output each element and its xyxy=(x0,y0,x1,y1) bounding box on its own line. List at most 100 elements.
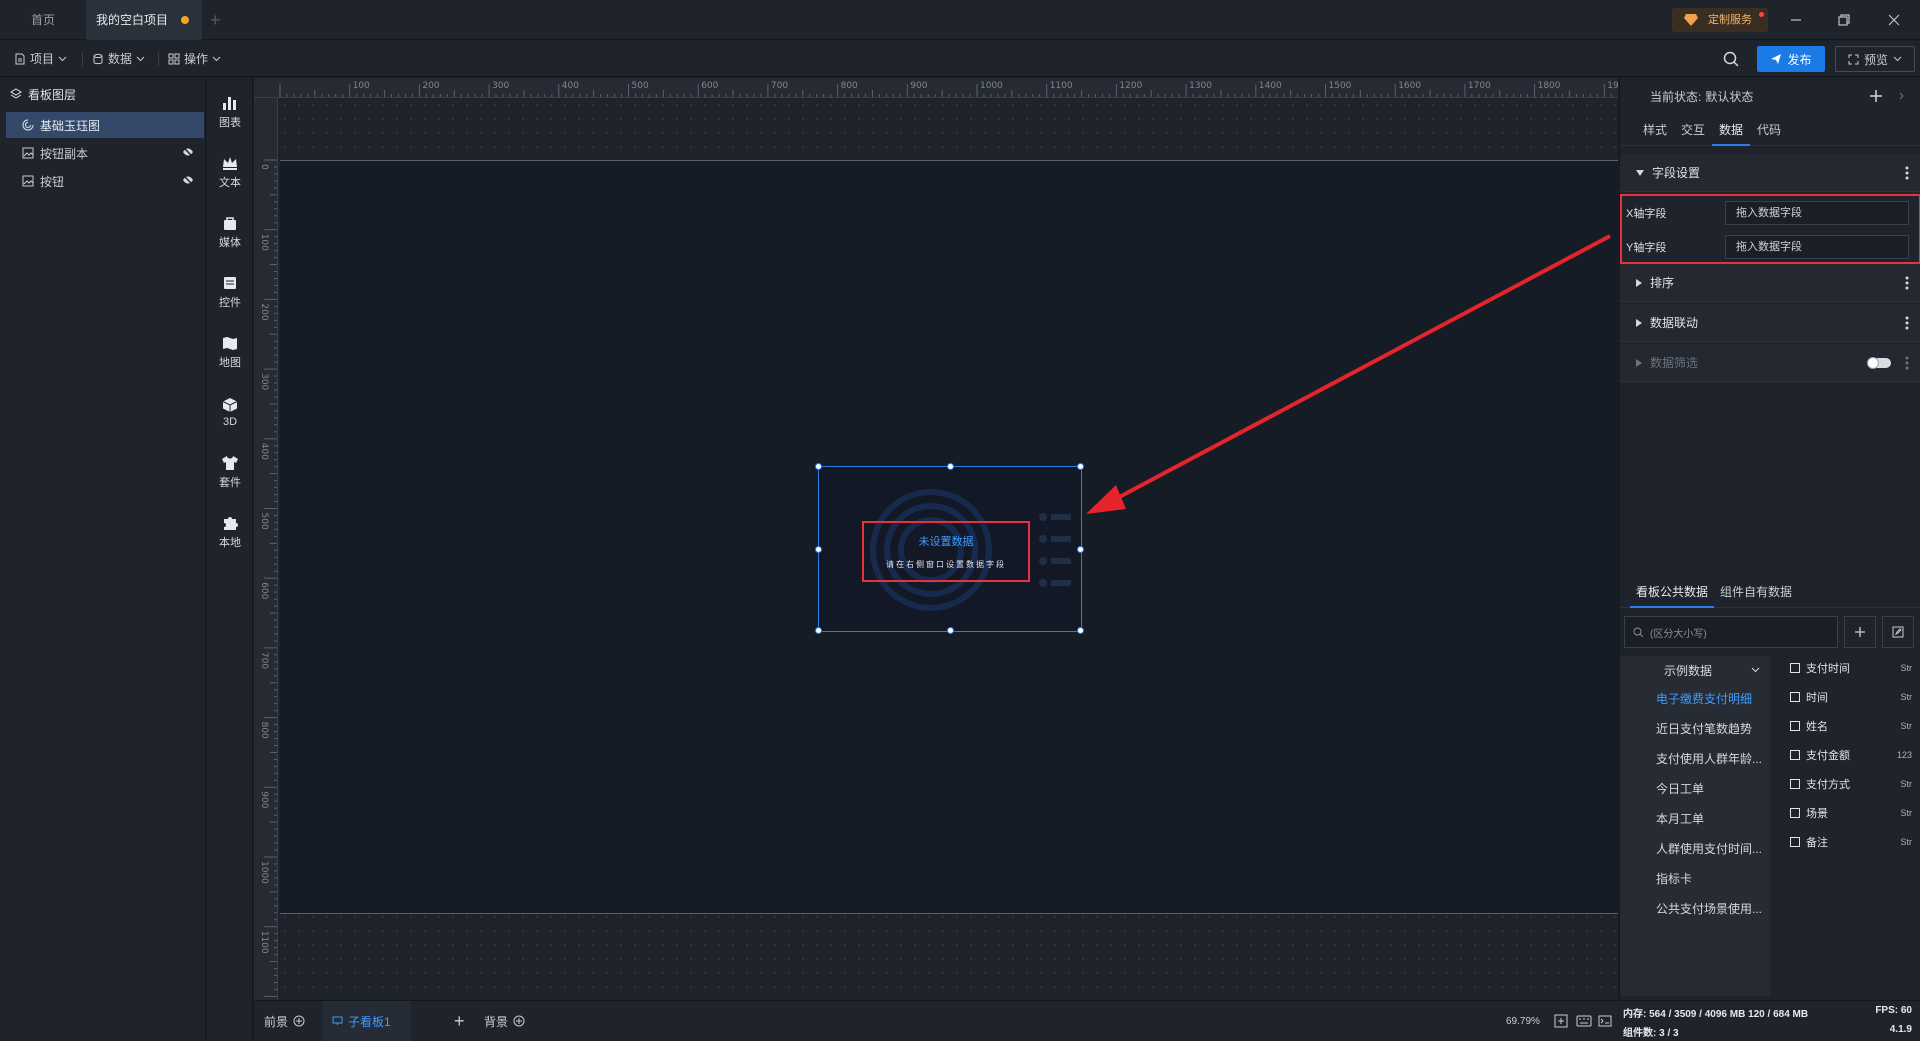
rail-suite[interactable]: 套件 xyxy=(207,444,253,500)
menu-project[interactable]: 项目 xyxy=(14,50,67,68)
close-icon[interactable] xyxy=(1884,10,1904,30)
eye-off-icon[interactable] xyxy=(182,147,194,157)
field-type: Str xyxy=(1900,779,1912,789)
section-filter[interactable]: 数据筛选 xyxy=(1620,344,1920,382)
custom-service-button[interactable]: 定制服务 xyxy=(1672,8,1768,32)
more-icon[interactable] xyxy=(1905,356,1909,370)
resize-handle[interactable] xyxy=(1077,546,1084,553)
resize-handle[interactable] xyxy=(815,627,822,634)
data-field-item[interactable]: 支付金额 123 xyxy=(1790,741,1918,769)
background-tab[interactable]: 背景 xyxy=(484,1001,525,1041)
field-checkbox[interactable] xyxy=(1790,663,1800,673)
search-icon xyxy=(1633,627,1644,637)
more-icon[interactable] xyxy=(1905,316,1909,330)
sub-board-tab[interactable]: 子看板1 xyxy=(322,1001,411,1041)
preview-button[interactable]: 预览 xyxy=(1835,46,1915,72)
add-board-icon[interactable]: + xyxy=(454,1001,465,1041)
layer-item-button-copy[interactable]: 按钮副本 xyxy=(6,140,204,166)
data-field-item[interactable]: 支付方式 Str xyxy=(1790,770,1918,798)
zoom-level[interactable]: 69.79% xyxy=(1506,1001,1540,1041)
tab-component-own-data[interactable]: 组件自有数据 xyxy=(1714,576,1798,608)
ruler-horizontal[interactable]: 100 200 300 400 500 600 700 800 900 1000 1100 1200 1… xyxy=(254,78,1618,98)
menu-operation[interactable]: 操作 xyxy=(168,50,221,68)
y-axis-field-drop[interactable]: 拖入数据字段 xyxy=(1725,235,1909,259)
fit-screen-icon[interactable] xyxy=(1554,1001,1568,1041)
field-checkbox[interactable] xyxy=(1790,779,1800,789)
ring-chart-icon xyxy=(22,119,34,131)
tab-style[interactable]: 样式 xyxy=(1636,114,1674,146)
layer-item-gauge[interactable]: 基础玉珏图 xyxy=(6,112,204,138)
more-icon[interactable] xyxy=(1905,166,1909,180)
field-checkbox[interactable] xyxy=(1790,692,1800,702)
field-checkbox[interactable] xyxy=(1790,750,1800,760)
dataset-item[interactable]: 本月工单 xyxy=(1620,804,1770,834)
tab-board-public-data[interactable]: 看板公共数据 xyxy=(1630,576,1715,608)
field-name: 备注 xyxy=(1806,837,1828,849)
resize-handle[interactable] xyxy=(815,546,822,553)
caret-right-icon xyxy=(1636,318,1642,327)
field-checkbox[interactable] xyxy=(1790,837,1800,847)
dataset-search[interactable]: (区分大小写) xyxy=(1624,616,1838,648)
chevron-right-icon[interactable] xyxy=(1899,92,1905,100)
field-checkbox[interactable] xyxy=(1790,721,1800,731)
add-circle-icon[interactable] xyxy=(293,1015,305,1027)
tab-code[interactable]: 代码 xyxy=(1750,114,1788,146)
resize-handle[interactable] xyxy=(1077,627,1084,634)
publish-button[interactable]: 发布 xyxy=(1757,46,1825,72)
section-sort[interactable]: 排序 xyxy=(1620,264,1920,302)
rail-control[interactable]: 控件 xyxy=(207,264,253,320)
ruler-label: 200 xyxy=(259,303,269,320)
resize-handle[interactable] xyxy=(947,627,954,634)
edit-dataset-button[interactable] xyxy=(1882,616,1914,648)
rail-chart[interactable]: 图表 xyxy=(207,84,253,140)
more-icon[interactable] xyxy=(1905,276,1909,290)
x-axis-field-drop[interactable]: 拖入数据字段 xyxy=(1725,201,1909,225)
tab-data[interactable]: 数据 xyxy=(1712,114,1751,146)
keyboard-icon[interactable] xyxy=(1576,1001,1592,1041)
section-linkage[interactable]: 数据联动 xyxy=(1620,304,1920,342)
dataset-group-select[interactable]: 示例数据 xyxy=(1620,656,1770,684)
data-field-item[interactable]: 支付时间 Str xyxy=(1790,654,1918,682)
data-field-item[interactable]: 备注 Str xyxy=(1790,828,1918,856)
dataset-item[interactable]: 今日工单 xyxy=(1620,774,1770,804)
tab-home[interactable]: 首页 xyxy=(0,0,86,40)
field-checkbox[interactable] xyxy=(1790,808,1800,818)
foreground-tab[interactable]: 前景 xyxy=(264,1001,305,1041)
dataset-item[interactable]: 指标卡 xyxy=(1620,864,1770,894)
layer-item-button[interactable]: 按钮 xyxy=(6,168,204,194)
dataset-item[interactable]: 近日支付笔数趋势 xyxy=(1620,714,1770,744)
data-field-item[interactable]: 时间 Str xyxy=(1790,683,1918,711)
chevron-down-icon xyxy=(136,56,145,62)
resize-handle[interactable] xyxy=(815,463,822,470)
rail-local[interactable]: 本地 xyxy=(207,504,253,560)
rail-label: 本地 xyxy=(219,536,241,549)
data-field-item[interactable]: 场景 Str xyxy=(1790,799,1918,827)
tab-interaction[interactable]: 交互 xyxy=(1674,114,1712,146)
section-field-settings[interactable]: 字段设置 xyxy=(1620,154,1920,192)
terminal-icon[interactable] xyxy=(1598,1001,1612,1041)
restore-icon[interactable] xyxy=(1834,10,1854,30)
rail-3d[interactable]: 3D xyxy=(207,384,253,440)
minimize-icon[interactable] xyxy=(1786,10,1806,30)
rail-map[interactable]: 地图 xyxy=(207,324,253,380)
eye-off-icon[interactable] xyxy=(182,175,194,185)
rail-media[interactable]: 媒体 xyxy=(207,204,253,260)
add-circle-icon[interactable] xyxy=(513,1015,525,1027)
dataset-item[interactable]: 公共支付场景使用... xyxy=(1620,894,1770,924)
add-dataset-button[interactable] xyxy=(1844,616,1876,648)
menu-data[interactable]: 数据 xyxy=(92,50,145,68)
add-tab-icon[interactable]: + xyxy=(210,0,221,40)
dataset-item[interactable]: 电子缴费支付明细 xyxy=(1620,684,1770,714)
version-label: 4.1.9 xyxy=(1889,1024,1912,1035)
add-state-icon[interactable] xyxy=(1869,89,1883,103)
ruler-vertical[interactable]: 0100200300400500600700800900100011001200 xyxy=(254,98,278,1000)
dataset-item[interactable]: 支付使用人群年龄... xyxy=(1620,744,1770,774)
data-field-item[interactable]: 姓名 Str xyxy=(1790,712,1918,740)
state-value[interactable]: 默认状态 xyxy=(1705,88,1753,105)
field-name: 支付金额 xyxy=(1806,750,1850,762)
search-icon[interactable] xyxy=(1722,50,1740,68)
filter-toggle[interactable] xyxy=(1867,357,1891,369)
rail-text[interactable]: 文本 xyxy=(207,144,253,200)
dataset-item[interactable]: 人群使用支付时间... xyxy=(1620,834,1770,864)
resize-handle[interactable] xyxy=(947,463,954,470)
